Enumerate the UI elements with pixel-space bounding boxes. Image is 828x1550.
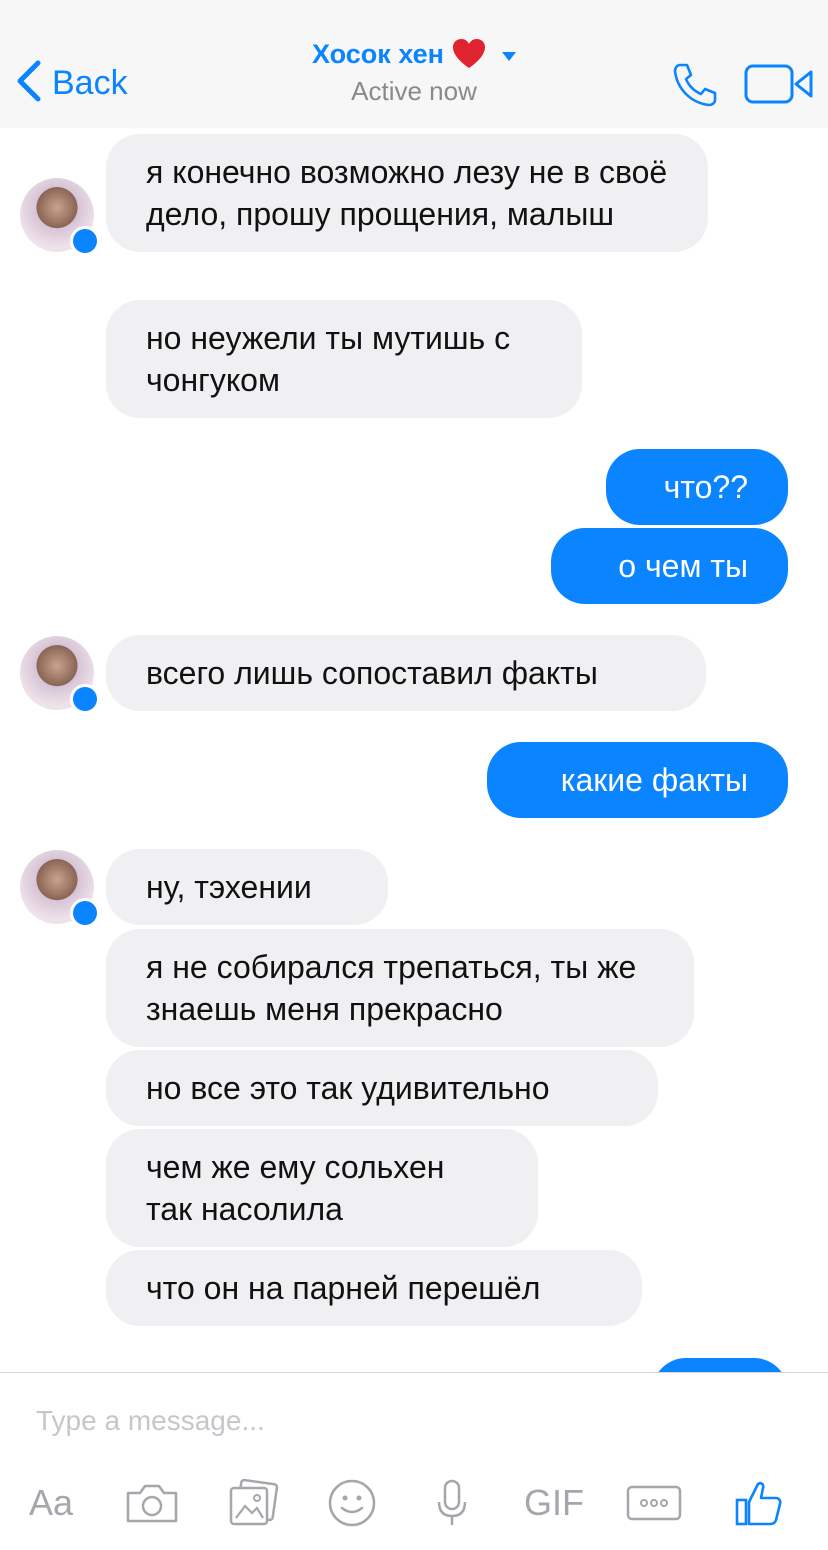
contact-name-button[interactable]: Хосок хен xyxy=(214,38,614,70)
text-format-label: Aa xyxy=(28,1482,74,1523)
chevron-down-icon xyxy=(501,49,516,61)
text-format-icon[interactable]: Aa xyxy=(20,1473,82,1533)
messenger-badge-icon xyxy=(70,226,100,256)
outgoing-message[interactable]: что?? xyxy=(606,449,788,525)
composer-toolbar: Aa GIF xyxy=(0,1473,828,1533)
contact-avatar[interactable] xyxy=(20,636,100,714)
emoji-icon[interactable] xyxy=(324,1473,380,1533)
video-call-icon[interactable] xyxy=(744,64,814,104)
incoming-message[interactable]: чем же ему сольхен так насолила xyxy=(106,1129,538,1247)
incoming-message[interactable]: ну, тэхении xyxy=(106,849,388,925)
incoming-message[interactable]: всего лишь сопоставил факты xyxy=(106,635,706,711)
active-status: Active now xyxy=(351,76,477,106)
incoming-message[interactable]: я не собирался трепаться, ты же знаешь м… xyxy=(106,929,694,1047)
conversation-header: Back Хосок хен Active now xyxy=(0,0,828,128)
phone-icon[interactable] xyxy=(672,62,718,108)
messenger-badge-icon xyxy=(70,898,100,928)
more-icon[interactable] xyxy=(624,1473,684,1533)
outgoing-message[interactable]: какие факты xyxy=(487,742,788,818)
contact-avatar[interactable] xyxy=(20,178,100,256)
incoming-message[interactable]: но неужели ты мутишь с чонгуком xyxy=(106,300,582,418)
heart-icon xyxy=(452,38,486,70)
back-button[interactable]: Back xyxy=(14,58,128,108)
outgoing-message-partial[interactable] xyxy=(652,1358,788,1372)
contact-avatar[interactable] xyxy=(20,850,100,928)
contact-name: Хосок хен xyxy=(312,38,444,69)
contact-title: Хосок хен Active now xyxy=(214,38,614,107)
back-label: Back xyxy=(52,63,128,102)
microphone-icon[interactable] xyxy=(432,1473,472,1533)
thumbs-up-icon[interactable] xyxy=(732,1473,786,1533)
messenger-badge-icon xyxy=(70,684,100,714)
chevron-left-icon xyxy=(14,59,42,108)
message-input[interactable] xyxy=(36,1399,776,1443)
composer: Aa GIF xyxy=(0,1372,828,1550)
camera-icon[interactable] xyxy=(122,1473,182,1533)
photo-icon[interactable] xyxy=(225,1473,281,1533)
incoming-message[interactable]: я конечно возможно лезу не в своё дело, … xyxy=(106,134,708,252)
message-thread[interactable]: я конечно возможно лезу не в своё дело, … xyxy=(0,128,828,1372)
gif-label: GIF xyxy=(524,1482,584,1523)
gif-icon[interactable]: GIF xyxy=(518,1473,590,1533)
outgoing-message[interactable]: о чем ты xyxy=(551,528,788,604)
incoming-message[interactable]: но все это так удивительно xyxy=(106,1050,658,1126)
incoming-message[interactable]: что он на парней перешёл xyxy=(106,1250,642,1326)
